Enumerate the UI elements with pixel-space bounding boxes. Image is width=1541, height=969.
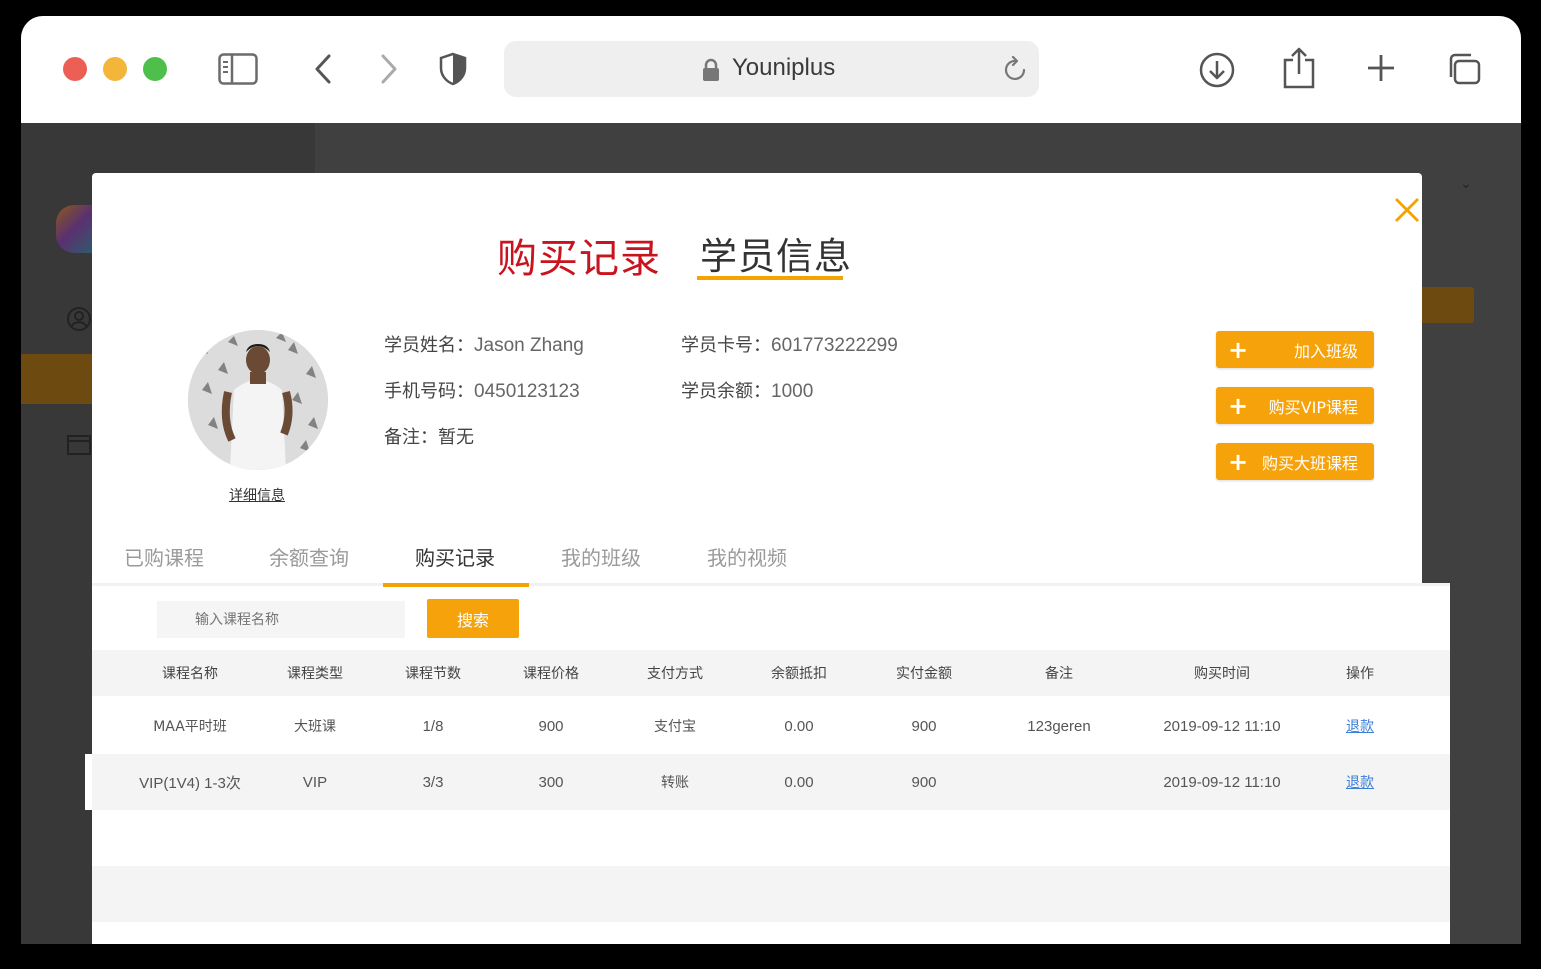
search-button[interactable]: 搜索 [427,599,519,638]
student-name-label: 学员姓名： [384,335,474,356]
cell-balance-deduction: 0.00 [784,773,814,791]
address-text: Youniplus [732,54,836,81]
back-icon[interactable] [311,52,335,86]
student-note-value: 暂无 [438,427,474,448]
header-course-type: 课程类型 [287,666,343,682]
cell-purchase-time: 2019-09-12 11:10 [1163,773,1281,791]
tab-title-student-info[interactable]: 学员信息 [700,226,852,280]
page-sidebar-active-item [21,354,92,404]
detail-info-link[interactable]: 详细信息 [229,485,285,505]
cell-paid-amount: 900 [911,717,937,735]
cell-remark [1014,754,1104,810]
record-tabs: 已购课程 余额查询 购买记录 我的班级 我的视频 [92,530,1450,586]
cell-payment-method: 转账 [661,775,689,791]
cell-course-price: 300 [538,773,564,791]
close-window-button[interactable] [63,57,87,81]
tab-overview-icon[interactable] [1445,51,1483,87]
course-search-input[interactable] [157,601,405,638]
maximize-window-button[interactable] [143,57,167,81]
refund-link[interactable]: 退款 [1330,754,1390,810]
new-tab-icon[interactable] [1365,52,1397,84]
buy-vip-course-label: 购买VIP课程 [1268,397,1358,417]
student-card-field: 学员卡号：601773222299 [681,331,898,357]
buy-big-class-course-button[interactable]: + 购买大班课程 [1216,443,1374,480]
student-note-field: 备注：暂无 [384,423,474,449]
tab-my-videos[interactable]: 我的视频 [707,542,787,571]
tab-balance-query[interactable]: 余额查询 [269,542,349,571]
join-class-button[interactable]: + 加入班级 [1216,331,1374,368]
cell-course-type: 大班课 [294,719,336,735]
header-actions: 操作 [1346,666,1374,682]
table-row-empty [92,810,1450,866]
student-phone-label: 手机号码： [384,381,474,402]
header-balance-deduction: 余额抵扣 [771,666,827,682]
header-payment-method: 支付方式 [647,666,703,682]
browser-toolbar: Youniplus [21,16,1521,123]
student-card-label: 学员卡号： [681,335,771,356]
lock-icon [702,58,720,86]
share-icon[interactable] [1281,46,1317,90]
buy-vip-course-button[interactable]: + 购买VIP课程 [1216,387,1374,424]
plus-icon: + [1228,391,1249,420]
cell-lesson-count: 1/8 [422,717,444,735]
cell-course-name: VIP(1V4) 1-3次 [139,774,241,792]
student-note-label: 备注： [384,427,438,448]
sidebar-toggle-icon[interactable] [217,52,259,86]
minimize-window-button[interactable] [103,57,127,81]
plus-icon: + [1228,447,1249,476]
cell-course-type: VIP [302,773,328,791]
student-phone-value: 0450123123 [474,381,580,402]
header-paid-amount: 实付金额 [896,666,952,682]
cell-balance-deduction: 0.00 [784,717,814,735]
header-lesson-count: 课程节数 [405,666,461,682]
cell-purchase-time: 2019-09-12 11:10 [1163,717,1281,735]
header-remark: 备注 [1045,666,1073,682]
cell-payment-method: 支付宝 [654,719,696,735]
cell-course-name: MAA平时班 [153,719,227,735]
page-orange-button [1422,287,1474,323]
join-class-label: 加入班级 [1293,341,1358,361]
tab-purchase-records[interactable]: 购买记录 [415,542,495,571]
title-active-underline [697,276,843,280]
forward-icon[interactable] [377,52,401,86]
header-course-price: 课程价格 [523,666,579,682]
tab-title-purchase-records[interactable]: 购买记录 [497,226,661,284]
tab-my-classes[interactable]: 我的班级 [561,542,641,571]
student-name-value: Jason Zhang [474,335,584,356]
tab-purchased-courses[interactable]: 已购课程 [124,542,204,571]
student-card-value: 601773222299 [771,335,898,356]
cell-paid-amount: 900 [911,773,937,791]
table-row-empty [92,866,1450,922]
avatar [188,330,328,470]
refund-link[interactable]: 退款 [1330,698,1390,754]
table-row: MAA平时班 大班课 1/8 900 支付宝 0.00 900 123geren… [92,698,1450,754]
plus-icon: + [1228,335,1249,364]
student-phone-field: 手机号码：0450123123 [384,377,580,403]
table-row: VIP(1V4) 1-3次 VIP 3/3 300 转账 0.00 900 20… [92,754,1450,810]
reload-icon[interactable] [1003,55,1029,87]
app-logo [56,205,92,253]
student-balance-label: 学员余额： [681,381,771,402]
cell-course-price: 900 [538,717,564,735]
close-modal-button[interactable] [1393,196,1421,224]
student-name-field: 学员姓名：Jason Zhang [384,331,584,357]
calendar-icon [66,432,92,460]
student-balance-value: 1000 [771,381,814,402]
cell-lesson-count: 3/3 [422,773,444,791]
address-bar[interactable]: Youniplus [504,41,1039,97]
cell-remark: 123geren [1027,717,1091,735]
header-purchase-time: 购买时间 [1194,666,1250,682]
active-tab-underline [383,583,529,587]
page-chevron-down-icon: ⌄ [1460,176,1472,192]
student-balance-field: 学员余额：1000 [681,377,813,403]
download-icon[interactable] [1197,50,1237,90]
user-icon [66,306,92,336]
header-course-name: 课程名称 [162,666,218,682]
table-header: 课程名称 课程类型 课程节数 课程价格 支付方式 余额抵扣 实付金额 备注 购买… [92,650,1450,696]
buy-big-class-course-label: 购买大班课程 [1261,453,1358,473]
privacy-shield-icon[interactable] [437,51,469,87]
